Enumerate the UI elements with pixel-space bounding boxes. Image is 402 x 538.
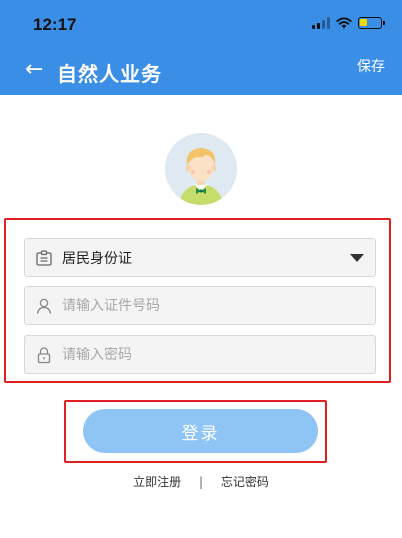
auth-links: 立即注册 | 忘记密码 (0, 473, 402, 490)
app-header: 12:17 ← 自然人业务 保存 (0, 0, 402, 95)
register-link[interactable]: 立即注册 (133, 473, 181, 490)
link-separator: | (198, 475, 204, 489)
page-title: 自然人业务 (57, 62, 162, 86)
id-number-field[interactable] (24, 286, 376, 325)
nav-bar: ← 自然人业务 保存 (0, 52, 402, 92)
status-time: 12:17 (33, 15, 77, 34)
signal-icon (312, 17, 330, 29)
user-avatar-icon (165, 133, 237, 205)
dropdown-caret-icon[interactable] (350, 254, 364, 262)
lock-icon (34, 345, 54, 365)
status-icons (312, 17, 385, 29)
battery-icon (358, 17, 385, 29)
user-icon (34, 296, 54, 316)
id-type-select[interactable]: 居民身份证 (24, 238, 376, 277)
password-input[interactable] (62, 346, 375, 363)
status-bar: 12:17 (0, 0, 402, 48)
id-card-icon (34, 248, 54, 268)
id-type-value: 居民身份证 (62, 250, 132, 267)
back-arrow-icon[interactable]: ← (25, 57, 43, 83)
wifi-icon (336, 17, 352, 29)
password-field[interactable] (24, 335, 376, 374)
login-button[interactable]: 登录 (83, 409, 318, 453)
id-number-input[interactable] (62, 297, 375, 314)
save-button[interactable]: 保存 (357, 56, 385, 76)
forgot-password-link[interactable]: 忘记密码 (221, 473, 269, 490)
